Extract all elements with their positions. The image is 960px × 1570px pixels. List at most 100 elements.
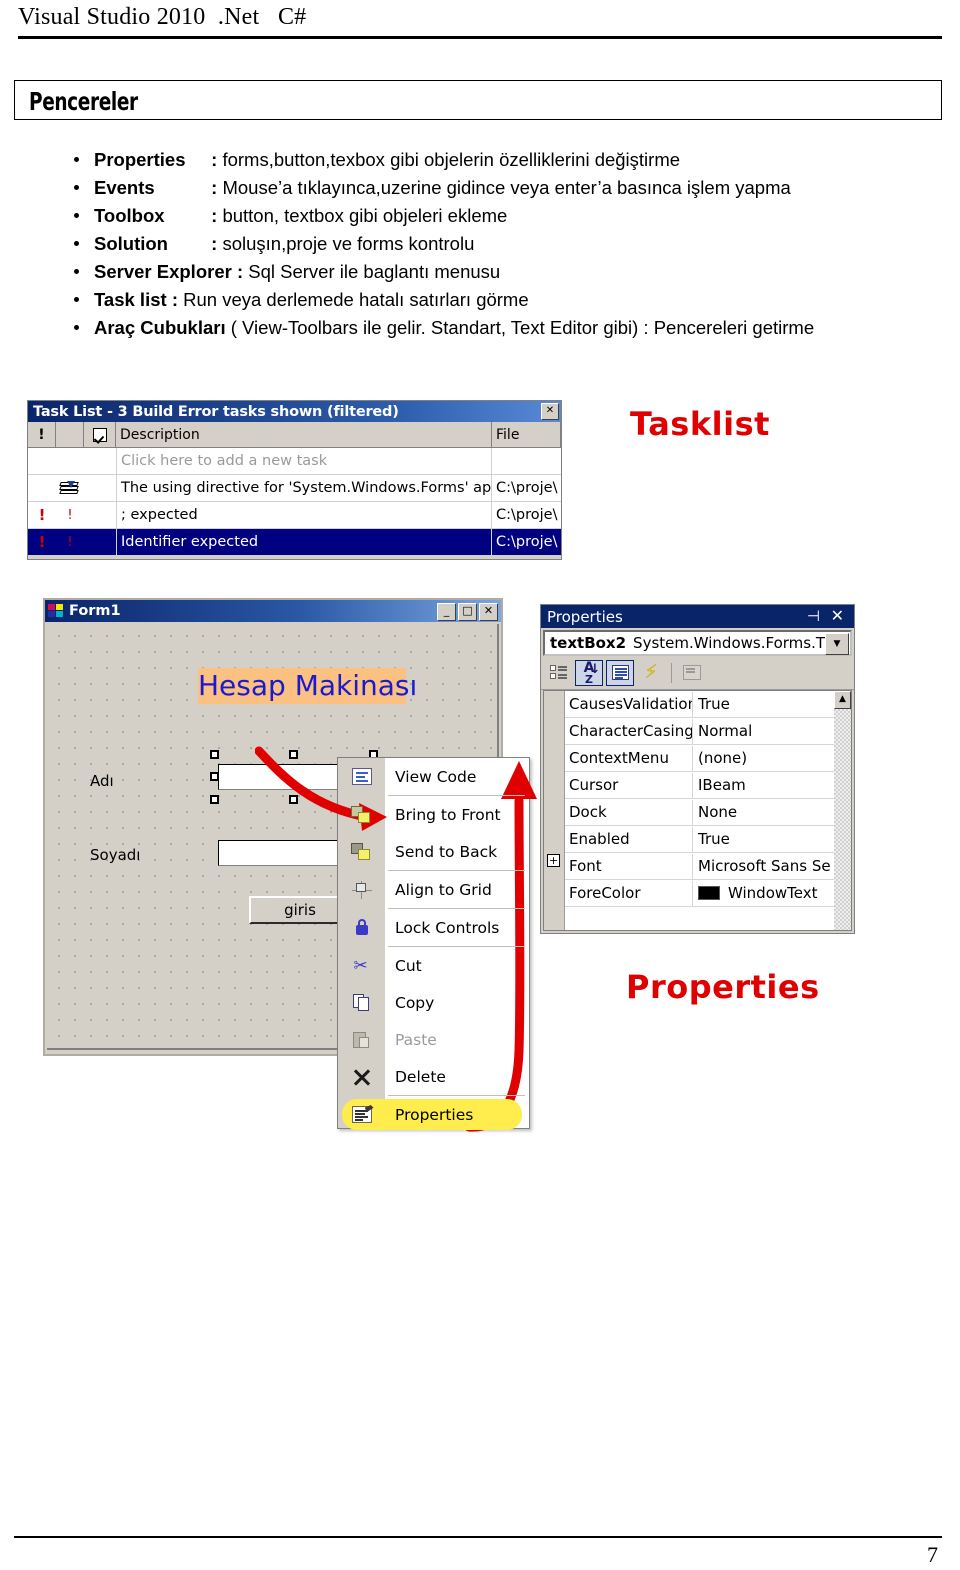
task-list-rows: The using directive for 'System.Windows.… (28, 475, 561, 556)
row-file: C:\proje\ (496, 507, 558, 523)
property-row[interactable]: Dock None (565, 799, 834, 826)
menu-item-label: Copy (395, 993, 435, 1012)
bullet-term: Task list (94, 289, 167, 310)
column-header-priority[interactable]: ! (28, 422, 56, 447)
column-header-checkbox[interactable] (84, 422, 116, 447)
bullet-separator: : (211, 205, 218, 226)
property-pages-icon[interactable] (678, 659, 706, 686)
row-checkbox[interactable] (84, 529, 116, 555)
build-stack-icon (56, 475, 84, 501)
expand-icon[interactable]: + (547, 854, 560, 867)
property-row[interactable]: Enabled True (565, 826, 834, 853)
menu-item-properties[interactable]: Properties (338, 1096, 529, 1133)
section-title-box: Pencereler (14, 80, 942, 120)
properties-window: Properties ⊣ ✕ textBox2 System.Windows.F… (540, 604, 855, 934)
bullet-separator: : (211, 149, 218, 170)
events-lightning-icon[interactable]: ⚡ (637, 659, 665, 686)
delete-icon (338, 1068, 385, 1086)
task-list-column-headers: ! Description File (28, 422, 561, 448)
menu-item-delete[interactable]: Delete (338, 1058, 529, 1095)
header-divider (18, 36, 942, 39)
bullet-term: Events (94, 177, 155, 198)
bullet-text: button, textbox gibi objeleri ekleme (222, 205, 508, 226)
property-row[interactable]: ForeColor WindowText (565, 880, 834, 907)
form-heading-label[interactable]: Hesap Makinası (198, 668, 417, 704)
label-adi[interactable]: Adı (90, 772, 114, 790)
property-row[interactable]: Font Microsoft Sans Se (565, 853, 834, 880)
menu-item-view-code[interactable]: View Code (338, 758, 529, 795)
bullet-text: soluşın,proje ve forms kontrolu (222, 233, 475, 254)
menu-item-bring-to-front[interactable]: Bring to Front (338, 796, 529, 833)
table-row[interactable]: !! ; expected C:\proje\ (28, 502, 561, 529)
properties-titlebar: Properties ⊣ ✕ (541, 605, 854, 628)
property-name: ContextMenu (565, 745, 693, 771)
column-header-icon[interactable] (56, 422, 84, 447)
properties-icon (338, 1105, 385, 1123)
properties-grid: + CausesValidation True CharacterCasing Nor… (543, 690, 852, 931)
maximize-icon[interactable]: □ (458, 603, 477, 621)
menu-item-cut[interactable]: ✂ Cut (338, 947, 529, 984)
menu-item-copy[interactable]: Copy (338, 984, 529, 1021)
properties-list-icon[interactable] (606, 659, 634, 686)
row-icon (56, 448, 84, 474)
bullet-separator: : (211, 233, 218, 254)
bullet-term: Toolbox (94, 205, 165, 226)
button-giris[interactable]: giris (249, 896, 351, 924)
row-checkbox[interactable] (84, 502, 116, 528)
property-name: Dock (565, 799, 693, 825)
bullet-text: Sql Server ile baglantı menusu (248, 261, 501, 282)
property-value-cell[interactable]: Microsoft Sans Se (693, 857, 834, 875)
property-row[interactable]: ContextMenu (none) (565, 745, 834, 772)
close-icon[interactable]: ✕ (831, 608, 844, 624)
property-value-cell[interactable]: True (693, 695, 834, 713)
row-description: The using directive for 'System.Windows.… (116, 475, 492, 501)
column-header-file[interactable]: File (492, 422, 561, 447)
categorized-icon[interactable] (544, 659, 572, 686)
close-icon[interactable]: ✕ (479, 603, 498, 621)
property-value-cell[interactable]: IBeam (693, 776, 834, 794)
property-value-cell[interactable]: None (693, 803, 834, 821)
table-row[interactable]: The using directive for 'System.Windows.… (28, 475, 561, 502)
task-list-new-task-row[interactable]: Click here to add a new task (28, 448, 561, 475)
property-value-cell[interactable]: True (693, 830, 834, 848)
new-task-hint[interactable]: Click here to add a new task (116, 448, 492, 474)
table-row[interactable]: !! Identifier expected C:\proje\ (28, 529, 561, 556)
task-list-body: Click here to add a new task The using d… (28, 448, 561, 556)
bullet-separator: : (211, 177, 218, 198)
column-header-description[interactable]: Description (116, 422, 492, 447)
row-checkbox[interactable] (84, 448, 116, 474)
property-row[interactable]: CausesValidation True (565, 691, 834, 718)
scroll-up-icon[interactable]: ▲ (834, 691, 851, 709)
bullet-separator: : (236, 261, 244, 282)
chevron-down-icon[interactable]: ▼ (825, 633, 849, 655)
property-row[interactable]: CharacterCasing Normal (565, 718, 834, 745)
form-designer-titlebar: Form1 _ □ ✕ (45, 600, 501, 622)
property-value-cell[interactable]: Normal (693, 722, 834, 740)
pin-icon[interactable]: ⊣ (807, 609, 820, 624)
properties-grid-rows: CausesValidation True CharacterCasing Norma… (565, 691, 834, 930)
menu-item-lock-controls[interactable]: Lock Controls (338, 909, 529, 946)
minimize-icon[interactable]: _ (437, 603, 456, 621)
property-name: Enabled (565, 826, 693, 852)
copy-icon (338, 993, 385, 1012)
alphabetical-sort-icon[interactable]: A Z ↓ (575, 659, 603, 686)
menu-item-align-to-grid[interactable]: Align to Grid (338, 871, 529, 908)
property-value: None (698, 803, 738, 821)
properties-scrollbar[interactable]: ▲ (834, 691, 851, 930)
properties-object-selector[interactable]: textBox2 System.Windows.Forms.T ▼ (543, 630, 852, 656)
context-menu-items: View Code Bring to Front Send to Back Align… (338, 758, 529, 1133)
menu-item-send-to-back[interactable]: Send to Back (338, 833, 529, 870)
checkbox-icon[interactable] (92, 427, 107, 442)
property-value: (none) (698, 749, 748, 767)
bullet-separator: : (171, 289, 178, 310)
property-value-cell[interactable]: WindowText (693, 884, 834, 902)
row-checkbox[interactable] (84, 475, 116, 501)
row-description: ; expected (116, 502, 492, 528)
property-value-cell[interactable]: (none) (693, 749, 834, 767)
toolbar-separator (671, 662, 672, 683)
menu-item-label: Bring to Front (395, 805, 501, 824)
property-row[interactable]: Cursor IBeam (565, 772, 834, 799)
menu-item-label: Align to Grid (395, 880, 492, 899)
label-soyadi[interactable]: Soyadı (90, 846, 140, 864)
close-icon[interactable]: ✕ (541, 403, 559, 420)
